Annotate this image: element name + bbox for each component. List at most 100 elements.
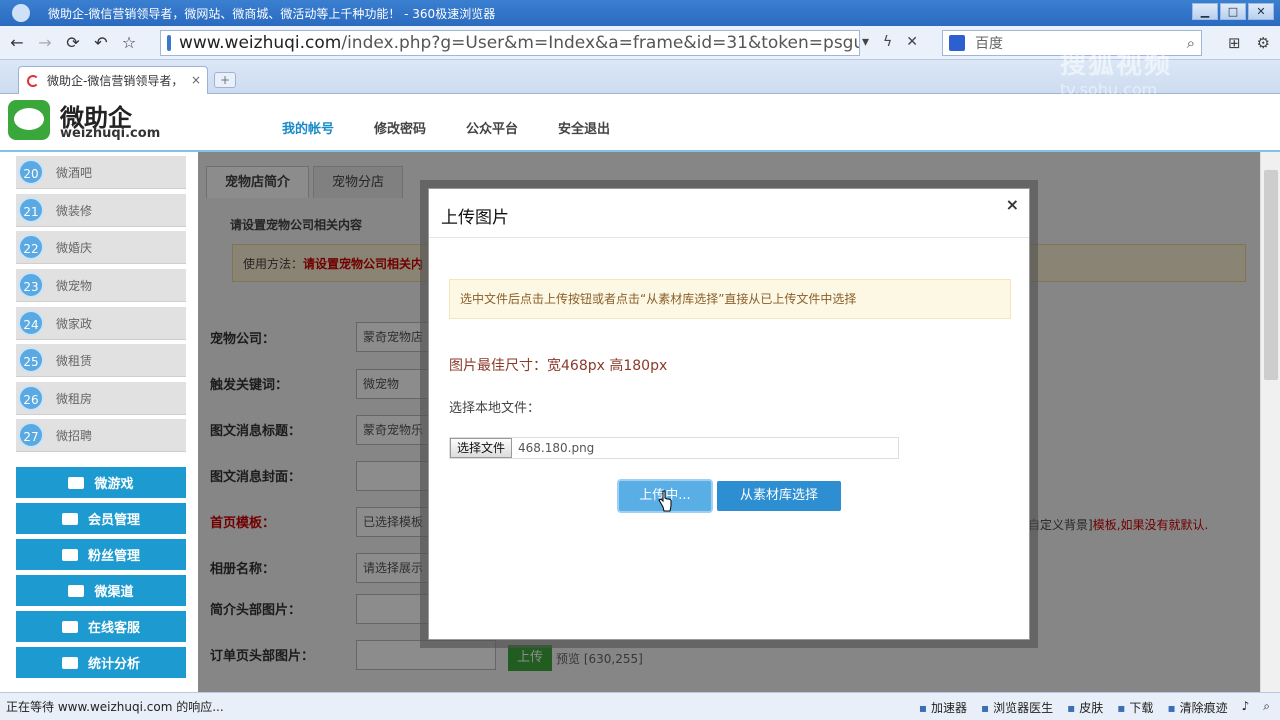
skin-button[interactable]: 皮肤 [1067,699,1103,716]
sidebar-btn-fans[interactable]: 粉丝管理 [16,539,186,570]
sidebar-btn-channel[interactable]: 微渠道 [16,575,186,606]
local-file-label: 选择本地文件： [449,401,541,416]
back-icon[interactable]: ← [6,33,28,52]
divider [429,237,1029,238]
upload-image-dialog: 上传图片 × 选中文件后点击上传按钮或者点击“从素材库选择”直接从已上传文件中选… [428,188,1030,640]
upload-note: 选中文件后点击上传按钮或者点击“从素材库选择”直接从已上传文件中选择 [449,279,1011,319]
url-path: /index.php?g=User&m=Index&a=frame&id=31&… [341,33,860,53]
star-icon[interactable]: ☆ [118,33,140,52]
bar-chart-icon [61,656,78,669]
sidebar: 20 微酒吧 21 微装修 22 微婚庆 23 微宠物 24 微家政 25 微租赁 26 微租… [0,152,198,692]
menu-logout[interactable]: 安全退出 [558,118,610,137]
apps-icon[interactable]: ⊞ [1228,34,1241,52]
close-window-button[interactable]: ✕ [1248,3,1274,20]
edit-icon [61,548,78,561]
stop-icon[interactable]: ✕ [906,34,918,50]
window-titlebar: 微助企-微信营销领导者，微网站、微商城、微活动等上千种功能！ - 360极速浏览… [0,0,1280,26]
item-label: 微租赁 [56,353,93,368]
download-button[interactable]: 下载 [1117,699,1153,716]
doctor-button[interactable]: 浏览器医生 [981,699,1053,716]
menu-change-password[interactable]: 修改密码 [374,118,426,137]
close-icon[interactable]: × [1006,195,1019,214]
hand-cursor-icon [658,490,672,512]
undo-icon[interactable]: ↶ [90,33,112,52]
sidebar-item[interactable]: 20 微酒吧 [16,156,186,189]
sidebar-item[interactable]: 23 微宠物 [16,269,186,302]
maximize-button[interactable]: □ [1220,3,1246,20]
status-bar: 正在等待 www.weizhuqi.com 的响应... 加速器 浏览器医生 皮… [0,692,1280,720]
item-label: 微招聘 [56,428,93,443]
sidebar-item[interactable]: 27 微招聘 [16,419,186,452]
close-tab-icon[interactable]: × [191,73,201,87]
item-label: 微婚庆 [56,240,93,255]
sidebar-btn-members[interactable]: 会员管理 [16,503,186,534]
shield-icon [167,35,171,51]
logo-chat-icon [8,100,50,140]
file-input[interactable]: 选择文件 468.180.png [449,437,899,459]
site-header: 微助企 weizhuqi.com 我的帐号 修改密码 公众平台 安全退出 [0,94,1280,152]
top-menu: 我的帐号 修改密码 公众平台 安全退出 [282,118,610,137]
gamepad-icon [68,476,85,489]
menu-my-account[interactable]: 我的帐号 [282,118,334,137]
users-icon [61,620,78,633]
user-icon[interactable] [12,4,30,22]
btn-label: 微游戏 [94,477,134,492]
minimize-button[interactable]: ▁ [1192,3,1218,20]
volume-icon[interactable]: ♪ [1242,699,1250,716]
page-scrollbar[interactable] [1260,152,1280,692]
sidebar-item[interactable]: 26 微租房 [16,382,186,415]
sidebar-item[interactable]: 24 微家政 [16,307,186,340]
flask-icon [68,584,85,597]
item-number: 23 [18,272,44,298]
sidebar-btn-service[interactable]: 在线客服 [16,611,186,642]
file-name: 468.180.png [518,441,595,455]
sidebar-btn-stats[interactable]: 统计分析 [16,647,186,678]
menu-public-platform[interactable]: 公众平台 [466,118,518,137]
item-number: 25 [18,347,44,373]
item-label: 微酒吧 [56,165,93,180]
item-label: 微家政 [56,316,93,331]
browser-tab[interactable]: 微助企-微信营销领导者， × [18,66,208,94]
btn-label: 微渠道 [94,585,134,600]
address-bar[interactable]: www.weizhuqi.com/index.php?g=User&m=Inde… [160,30,860,56]
sidebar-item[interactable]: 25 微租赁 [16,344,186,377]
accelerator-button[interactable]: 加速器 [919,699,967,716]
sidebar-item[interactable]: 22 微婚庆 [16,231,186,264]
sidebar-item[interactable]: 21 微装修 [16,194,186,227]
item-label: 微宠物 [56,278,93,293]
window-controls: ▁ □ ✕ [1192,3,1274,20]
card-icon [61,512,78,525]
btn-label: 统计分析 [87,657,140,672]
choose-file-button[interactable]: 选择文件 [450,438,513,458]
dropdown-icon[interactable]: ▾ [862,34,869,50]
refresh-icon[interactable]: ⟳ [62,33,84,52]
clear-trace-button[interactable]: 清除痕迹 [1167,699,1228,716]
item-label: 微装修 [56,203,93,218]
tab-title: 微助企-微信营销领导者， [47,74,184,88]
zoom-icon[interactable]: ⌕ [1263,699,1270,716]
btn-label: 粉丝管理 [87,549,140,564]
logo-subtitle: weizhuqi.com [60,126,161,141]
lightning-icon[interactable]: ϟ [883,34,892,50]
url-host: www.weizhuqi.com [179,33,342,53]
size-hint: 图片最佳尺寸：宽468px 高180px [449,358,668,374]
item-label: 微租房 [56,391,93,406]
sidebar-btn-games[interactable]: 微游戏 [16,467,186,498]
wrench-icon[interactable]: ⚙ [1257,34,1270,52]
watermark: 搜狐视频 [1060,50,1173,80]
new-tab-button[interactable]: + [214,72,236,88]
btn-label: 会员管理 [87,513,140,528]
item-number: 20 [18,159,44,185]
search-icon[interactable]: ⌕ [1187,34,1195,52]
forward-icon[interactable]: → [34,33,56,52]
dialog-title: 上传图片 [441,208,509,228]
item-number: 26 [18,385,44,411]
window-title: 微助企-微信营销领导者，微网站、微商城、微活动等上千种功能！ - 360极速浏览… [48,6,496,21]
scroll-thumb[interactable] [1264,170,1278,380]
library-select-button[interactable]: 从素材库选择 [717,481,841,511]
item-number: 22 [18,234,44,260]
loading-icon [27,74,39,87]
item-number: 27 [18,422,44,448]
item-number: 21 [18,197,44,223]
baidu-paw-icon [949,35,965,51]
